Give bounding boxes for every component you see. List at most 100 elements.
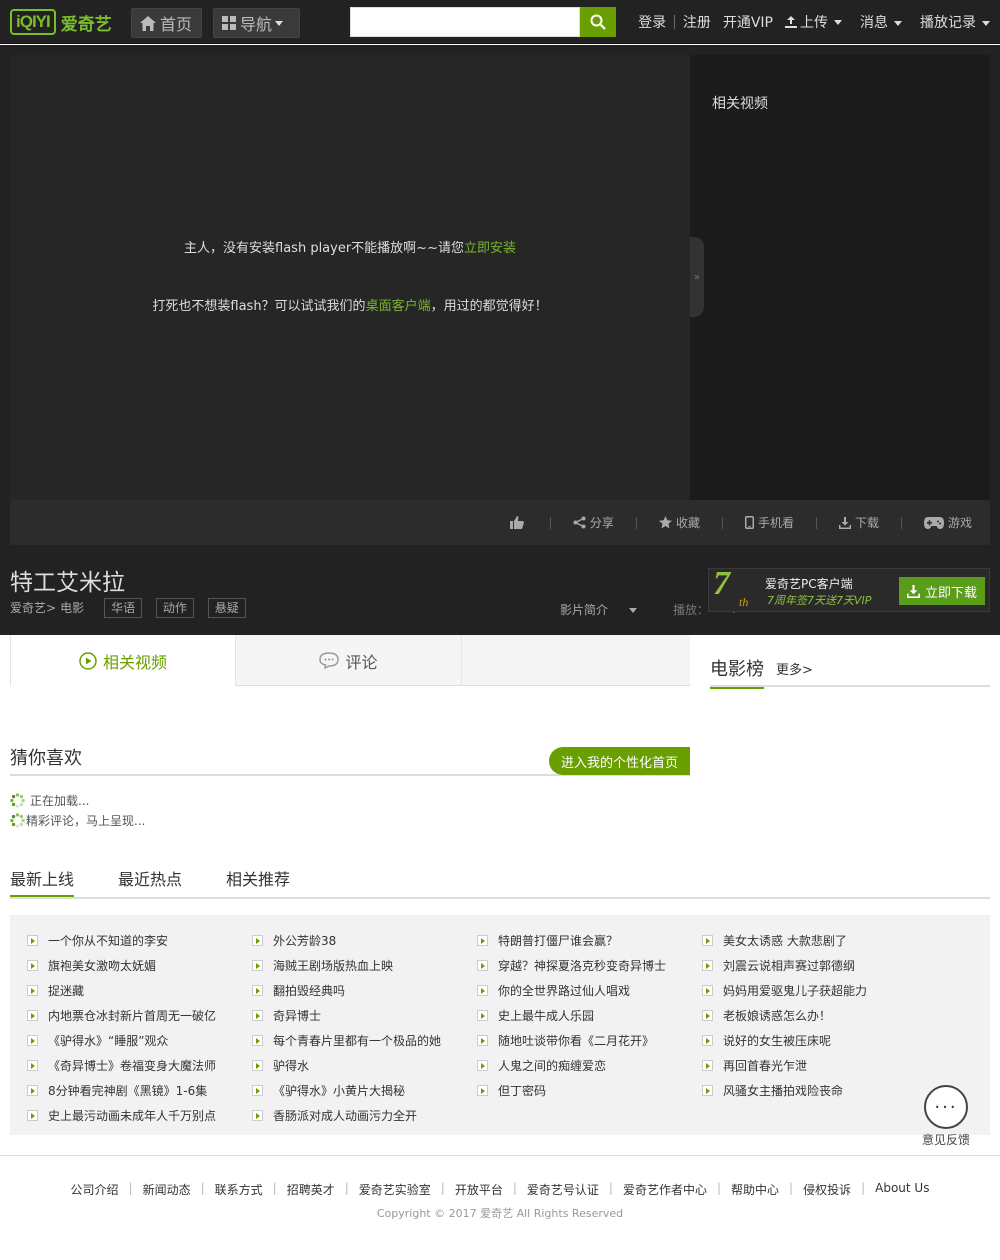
list-item[interactable]: 内地票仓冰封新片首周无一破亿	[27, 1003, 252, 1028]
mobile-watch-button[interactable]: 手机看	[744, 514, 794, 531]
list-item-label: 旗袍美女激吻太妩媚	[48, 959, 157, 973]
list-item[interactable]: 史上最污动画未成年人千万别点	[27, 1103, 252, 1128]
list-item[interactable]: 海贼王剧场版热血上映	[252, 953, 477, 978]
footer-link[interactable]: 侵权投诉	[803, 1181, 851, 1198]
loading-spinner-icon	[10, 793, 25, 808]
list-item[interactable]: 香肠派对成人动画污力全开	[252, 1103, 477, 1128]
play-bullet-icon	[27, 1060, 38, 1071]
footer-link[interactable]: 爱奇艺作者中心	[623, 1181, 707, 1198]
tag-chip[interactable]: 悬疑	[207, 598, 246, 618]
list-item[interactable]: 风骚女主播拍戏险丧命	[702, 1078, 927, 1103]
list-item[interactable]: 《驴得水》“睡服”观众	[27, 1028, 252, 1053]
list-item[interactable]: 《驴得水》小黄片大揭秘	[252, 1078, 477, 1103]
download-client-button[interactable]: 立即下载	[899, 577, 985, 605]
list-item[interactable]: 老板娘诱惑怎么办！	[702, 1003, 927, 1028]
list-item[interactable]: 随地吐谈带你看《二月花开》	[477, 1028, 702, 1053]
register-link[interactable]: 注册	[683, 12, 711, 32]
list-item[interactable]: 美女太诱惑 大款悲剧了	[702, 928, 927, 953]
list-item[interactable]: 刘震云说相声赛过郭德纲	[702, 953, 927, 978]
list-item[interactable]: 捉迷藏	[27, 978, 252, 1003]
guess-title: 猜你喜欢	[10, 748, 82, 769]
list-item[interactable]: 特朗普打僵尸谁会赢？	[477, 928, 702, 953]
footer-link[interactable]: 帮助中心	[731, 1181, 779, 1198]
list-item[interactable]: 外公芳龄38	[252, 928, 477, 953]
pc-client-promo[interactable]: 7 th 爱奇艺PC客户端 7周年签7天送7天VIP 立即下载	[708, 565, 990, 612]
panel-collapse-toggle[interactable]: »	[690, 237, 704, 317]
play-bullet-icon	[252, 1085, 263, 1096]
install-flash-link[interactable]: 立即安装	[464, 241, 516, 256]
feedback-button[interactable]: ··· 意见反馈	[922, 1085, 970, 1148]
share-button[interactable]: 分享	[573, 514, 614, 531]
list-item[interactable]: 再回首春光乍泄	[702, 1053, 927, 1078]
list-item[interactable]: 但丁密码	[477, 1078, 702, 1103]
iqiyi-logo[interactable]: iQIYI 爱奇艺	[10, 8, 112, 36]
ranking-more-link[interactable]: 更多>	[776, 659, 813, 678]
footer-link[interactable]: About Us	[875, 1181, 929, 1198]
list-item[interactable]: 8分钟看完神剧《黑镜》1-6集	[27, 1078, 252, 1103]
list-item[interactable]: 一个你从不知道的李安	[27, 928, 252, 953]
comment-icon	[319, 652, 340, 669]
list-item-label: 奇异博士	[273, 1009, 322, 1023]
game-button[interactable]: 游戏	[923, 514, 972, 531]
list-item[interactable]: 妈妈用爱驱鬼儿子获超能力	[702, 978, 927, 1003]
upload-menu[interactable]: 上传	[785, 12, 842, 32]
history-menu[interactable]: 播放记录	[914, 12, 990, 32]
list-item[interactable]: 说好的女生被压床呢	[702, 1028, 927, 1053]
list-item[interactable]: 史上最牛成人乐园	[477, 1003, 702, 1028]
home-button[interactable]: 首页	[131, 8, 202, 38]
list-item[interactable]: 穿越？神探夏洛克秒变奇异博士	[477, 953, 702, 978]
footer-separator: |	[861, 1181, 866, 1195]
anniversary-seven: 7	[713, 565, 730, 602]
search-input[interactable]	[350, 7, 580, 37]
breadcrumb-category[interactable]: 电影	[60, 599, 84, 616]
list-item[interactable]: 翻拍毁经典吗	[252, 978, 477, 1003]
user-links: 登录 | 注册 开通VIP 上传 消息 播放记录	[632, 0, 990, 44]
footer-link[interactable]: 开放平台	[455, 1181, 503, 1198]
desktop-client-link[interactable]: 桌面客户端	[366, 299, 431, 314]
related-video-panel: 相关视频	[690, 55, 990, 500]
list-item[interactable]: 你的全世界路过仙人唱戏	[477, 978, 702, 1003]
tab-hot[interactable]: 最近热点	[118, 866, 182, 897]
play-bullet-icon	[477, 1060, 488, 1071]
related-panel-title: 相关视频	[712, 96, 768, 112]
footer-link[interactable]: 爱奇艺号认证	[527, 1181, 599, 1198]
play-bullet-icon	[702, 1010, 713, 1021]
footer-link[interactable]: 公司介绍	[71, 1181, 119, 1198]
breadcrumb-site[interactable]: 爱奇艺>	[10, 599, 56, 616]
footer-link[interactable]: 爱奇艺实验室	[359, 1181, 431, 1198]
tab-comments[interactable]: 评论	[236, 635, 462, 686]
tab-latest[interactable]: 最新上线	[10, 866, 75, 897]
personalized-home-button[interactable]: 进入我的个性化首页	[548, 747, 690, 775]
list-item[interactable]: 奇异博士	[252, 1003, 477, 1028]
play-bullet-icon	[252, 985, 263, 996]
intro-dropdown[interactable]: 影片简介	[560, 601, 655, 618]
vip-link[interactable]: 开通VIP	[723, 12, 773, 32]
search-button[interactable]	[580, 7, 616, 37]
tag-chip[interactable]: 华语	[104, 598, 143, 618]
list-item[interactable]: 人鬼之间的痴缠爱恋	[477, 1053, 702, 1078]
nav-menu-button[interactable]: 导航	[213, 8, 300, 38]
list-item[interactable]: 《奇异博士》卷福变身大魔法师	[27, 1053, 252, 1078]
list-item-label: 海贼王剧场版热血上映	[273, 959, 394, 973]
footer-link[interactable]: 新闻动态	[143, 1181, 191, 1198]
play-bullet-icon	[477, 1035, 488, 1046]
play-bullet-icon	[252, 960, 263, 971]
messages-menu[interactable]: 消息	[854, 12, 902, 32]
list-item[interactable]: 旗袍美女激吻太妩媚	[27, 953, 252, 978]
play-bullet-icon	[702, 1060, 713, 1071]
tab-related-videos[interactable]: 相关视频	[10, 635, 236, 686]
download-button[interactable]: 下载	[838, 514, 879, 531]
list-item[interactable]: 每个青春片里都有一个极品的她	[252, 1028, 477, 1053]
tab-recommended[interactable]: 相关推荐	[226, 866, 290, 897]
login-link[interactable]: 登录	[638, 12, 666, 32]
toolbar-divider	[549, 516, 551, 529]
tab-related-label: 相关视频	[102, 652, 167, 672]
list-column-4: 美女太诱惑 大款悲剧了 刘震云说相声赛过郭德纲 妈妈用爱驱鬼儿子获超能力 老板娘…	[702, 928, 927, 1103]
tag-chip[interactable]: 动作	[155, 598, 194, 618]
footer-link[interactable]: 招聘英才	[287, 1181, 335, 1198]
list-item[interactable]: 驴得水	[252, 1053, 477, 1078]
favorite-button[interactable]: 收藏	[658, 514, 700, 531]
video-player[interactable]: 主人，没有安装flash player不能播放啊~~请您立即安装 打死也不想装f…	[10, 55, 690, 500]
footer-link[interactable]: 联系方式	[215, 1181, 263, 1198]
like-button[interactable]	[509, 516, 528, 529]
